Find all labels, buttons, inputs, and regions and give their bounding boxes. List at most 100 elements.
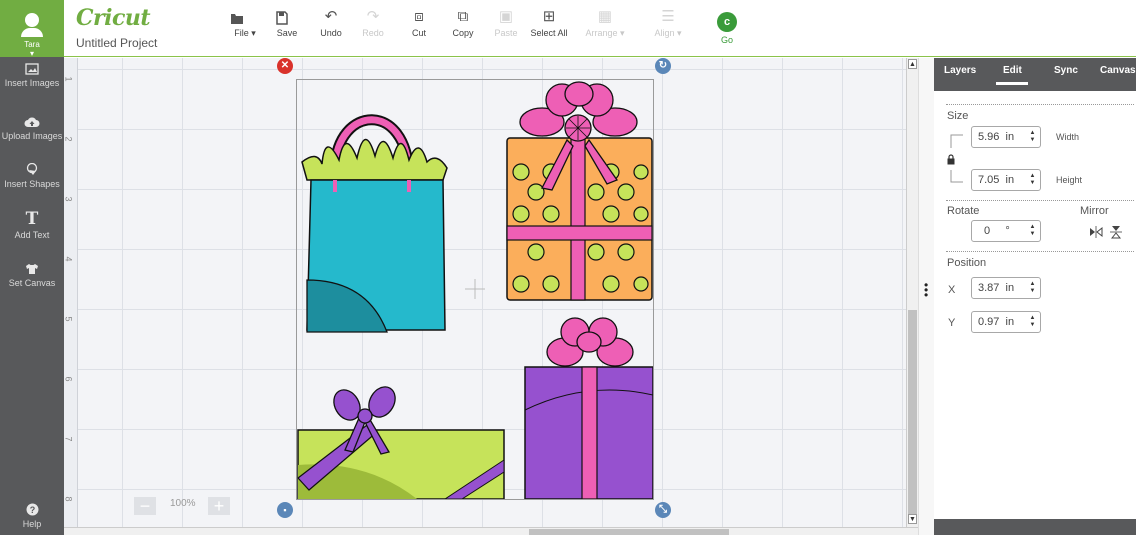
sidebar-item-upload-images[interactable]: Upload Images	[0, 116, 64, 141]
stepper-icon[interactable]: ▲ ▼	[1029, 281, 1036, 295]
project-title[interactable]: Untitled Project	[76, 36, 157, 50]
stepper-icon[interactable]: ▲ ▼	[1029, 315, 1036, 329]
align-menu-button[interactable]: ☰ Align ▾	[648, 8, 688, 39]
resize-handle[interactable]: ⤡	[655, 502, 671, 518]
undo-icon: ↶	[324, 8, 338, 25]
lock-icon[interactable]	[947, 154, 955, 165]
lock-icon: ▪	[283, 505, 287, 515]
tab-layers[interactable]: Layers	[944, 65, 976, 76]
zoom-in-button[interactable]: +	[208, 497, 230, 515]
tab-sync[interactable]: Sync	[1054, 65, 1078, 76]
flip-vertical-icon[interactable]	[1110, 225, 1122, 239]
horizontal-scroll-thumb[interactable]	[529, 529, 729, 535]
cloud-upload-icon	[24, 117, 40, 127]
vertical-scroll-thumb[interactable]	[908, 310, 917, 520]
cut-icon: ⧈	[414, 8, 424, 25]
x-label: X	[948, 284, 956, 296]
arrange-menu-button[interactable]: ▦ Arrange ▾	[582, 8, 628, 39]
user-name: Tara	[24, 40, 40, 49]
position-label: Position	[947, 257, 987, 269]
rotate-icon: ↻	[658, 60, 668, 71]
sidebar-item-insert-images[interactable]: Insert Images	[0, 63, 64, 88]
paste-icon: ▣	[498, 8, 514, 25]
mirror-label: Mirror	[1080, 205, 1109, 217]
chevron-down-icon: ▾	[29, 49, 34, 58]
width-field[interactable]: 5.96 in ▲ ▼	[971, 126, 1041, 148]
scroll-up-arrow-icon[interactable]: ▲	[908, 59, 917, 69]
x-position-field[interactable]: 3.87 in ▲ ▼	[971, 277, 1041, 299]
sidebar-item-label: Set Canvas	[8, 278, 56, 288]
shapes-icon	[26, 163, 38, 175]
height-field[interactable]: 7.05 in ▲ ▼	[971, 169, 1041, 191]
green-envelope-present-image[interactable]	[297, 382, 505, 499]
select-all-icon: ⊞	[542, 8, 556, 25]
lock-handle[interactable]: ▪	[277, 502, 293, 518]
paste-button[interactable]: ▣ Paste	[492, 8, 520, 38]
select-all-button[interactable]: ⊞ Select All	[528, 8, 570, 38]
sidebar-item-set-canvas[interactable]: Set Canvas	[0, 263, 64, 288]
tab-edit[interactable]: Edit	[1003, 65, 1022, 76]
text-icon: T	[25, 209, 39, 229]
rotate-handle[interactable]: ↻	[655, 58, 671, 74]
svg-text:?: ?	[29, 505, 35, 515]
delete-handle[interactable]: ✕	[277, 58, 293, 74]
gift-bag-image[interactable]	[301, 114, 448, 333]
zoom-level: 100%	[170, 498, 196, 509]
panel-footer	[934, 519, 1136, 535]
image-icon	[25, 63, 39, 75]
rotate-field[interactable]: 0 ° ▲ ▼	[971, 220, 1041, 242]
zoom-out-button[interactable]: −	[134, 497, 156, 515]
minus-icon: −	[139, 496, 151, 516]
redo-icon: ↷	[366, 8, 380, 25]
go-button[interactable]: c	[717, 12, 737, 32]
cricut-design-space: Tara ▾ Insert Images Upload Images Insert…	[0, 0, 1136, 535]
user-avatar-icon	[25, 13, 39, 27]
polka-dot-present-image[interactable]	[506, 81, 653, 301]
folder-icon	[231, 14, 243, 24]
height-label: Height	[1056, 175, 1083, 185]
sidebar-item-insert-shapes[interactable]: Insert Shapes	[0, 163, 64, 189]
sidebar-item-label: Upload Images	[1, 131, 63, 141]
arrange-icon: ▦	[597, 8, 613, 25]
selected-artwork-group[interactable]	[296, 79, 654, 500]
align-icon: ☰	[661, 8, 675, 25]
vertical-scrollbar[interactable]: ▲ ▼	[906, 58, 918, 527]
cut-button[interactable]: ⧈ Cut	[406, 8, 432, 38]
save-icon	[276, 11, 288, 25]
left-sidebar: Tara ▾ Insert Images Upload Images Insert…	[0, 0, 64, 535]
flip-horizontal-icon[interactable]	[1089, 226, 1103, 238]
cricut-logo: Cricut	[76, 5, 151, 31]
scroll-down-arrow-icon[interactable]: ▼	[908, 514, 917, 524]
user-menu[interactable]: Tara ▾	[0, 0, 64, 58]
sidebar-item-label: Add Text	[14, 230, 50, 240]
center-crosshair	[465, 279, 485, 299]
panel-resize-gutter[interactable]: • • •	[918, 58, 934, 535]
size-label: Size	[947, 110, 969, 122]
rotate-label: Rotate	[947, 205, 980, 217]
resize-icon: ⤡	[659, 504, 667, 515]
sidebar-item-add-text[interactable]: T Add Text	[0, 209, 64, 241]
stepper-icon[interactable]: ▲ ▼	[1029, 224, 1036, 238]
go-label: Go	[720, 35, 733, 45]
drag-handle-icon[interactable]: • • •	[924, 279, 928, 301]
purple-present-image[interactable]	[524, 317, 653, 499]
file-menu-button[interactable]: File ▾	[230, 8, 260, 39]
stepper-icon[interactable]: ▲ ▼	[1029, 173, 1036, 187]
sidebar-item-label: Help	[22, 519, 42, 529]
y-position-field[interactable]: 0.97 in ▲ ▼	[971, 311, 1041, 333]
top-toolbar: Cricut Untitled Project File ▾ Save ↶ Un…	[64, 0, 1136, 57]
horizontal-scrollbar[interactable]	[64, 527, 918, 535]
tab-canvas[interactable]: Canvas	[1100, 65, 1136, 76]
sidebar-item-help[interactable]: ? Help	[0, 503, 64, 529]
y-label: Y	[948, 317, 956, 329]
shirt-icon	[26, 264, 38, 274]
copy-button[interactable]: ⧉ Copy	[448, 8, 478, 38]
active-tab-indicator	[996, 82, 1028, 85]
panel-tabs: Layers Edit Sync Canvas	[934, 58, 1136, 91]
undo-button[interactable]: ↶ Undo	[318, 8, 344, 38]
stepper-icon[interactable]: ▲ ▼	[1029, 130, 1036, 144]
edit-panel: Layers Edit Sync Canvas Size 5.96 in ▲ ▼ …	[934, 58, 1136, 535]
save-button[interactable]: Save	[275, 8, 299, 38]
redo-button[interactable]: ↷ Redo	[360, 8, 386, 38]
sidebar-item-label: Insert Shapes	[4, 179, 60, 189]
